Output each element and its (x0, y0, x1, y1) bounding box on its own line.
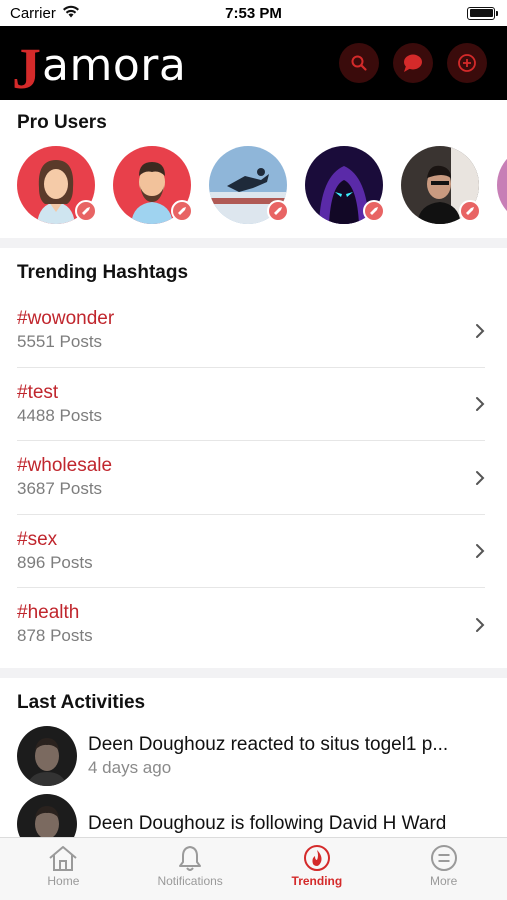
pro-badge-icon (459, 200, 481, 222)
hashtag-row[interactable]: #wholesale 3687 Posts (0, 441, 507, 515)
chevron-right-icon (476, 397, 485, 412)
hashtag-row[interactable]: #sex 896 Posts (0, 515, 507, 589)
hashtag-name: #wowonder (17, 308, 115, 330)
status-bar: Carrier 7:53 PM (0, 0, 507, 26)
create-button[interactable] (447, 43, 487, 83)
activities-title: Last Activities (17, 691, 146, 713)
tab-notifications[interactable]: Notifications (127, 838, 254, 900)
tab-label: Notifications (157, 874, 223, 888)
pro-badge-icon (363, 200, 385, 222)
pro-users-section: Pro Users (0, 100, 507, 238)
hashtag-name: #test (17, 381, 59, 403)
wifi-icon (62, 5, 80, 22)
activity-time: 4 days ago (88, 757, 172, 777)
activity-text: Deen Doughouz reacted to situs togel1 p.… (88, 733, 449, 755)
hashtag-name: #wholesale (17, 455, 113, 477)
tab-more[interactable]: More (380, 838, 507, 900)
app-header: J amora (0, 26, 507, 100)
hashtag-row[interactable]: #wowonder 5551 Posts (0, 294, 507, 368)
tab-label: Trending (291, 874, 343, 888)
pro-user-avatar[interactable] (401, 146, 481, 224)
pro-badge-icon (75, 200, 97, 222)
hashtag-post-count: 896 Posts (17, 552, 93, 572)
tab-label: More (429, 874, 458, 888)
pro-users-title: Pro Users (17, 112, 107, 133)
hashtag-post-count: 4488 Posts (17, 405, 103, 425)
pro-badge-icon (267, 200, 289, 222)
section-divider (0, 238, 507, 248)
hashtag-post-count: 878 Posts (17, 626, 93, 646)
chevron-right-icon (476, 323, 485, 338)
logo-text: amora (42, 40, 187, 91)
pro-user-avatar[interactable] (305, 146, 385, 224)
hashtag-row[interactable]: #test 4488 Posts (0, 368, 507, 442)
bell-icon (179, 846, 202, 871)
chevron-right-icon (476, 470, 485, 485)
pro-user-avatar[interactable] (497, 146, 507, 224)
hashtag-row[interactable]: #health 878 Posts (0, 588, 507, 662)
menu-circle-icon (430, 845, 457, 871)
pro-user-avatar[interactable] (209, 146, 289, 224)
hashtag-name: #health (17, 602, 80, 624)
activity-item[interactable]: Deen Doughouz reacted to situs togel1 p.… (0, 725, 507, 786)
hashtag-post-count: 3687 Posts (17, 479, 103, 499)
logo-initial: J (12, 36, 41, 101)
search-button[interactable] (339, 43, 379, 83)
last-activities-section: Last Activities Deen Doughouz reacted to… (0, 678, 507, 854)
home-icon (49, 846, 78, 871)
trending-hashtags-section: Trending Hashtags #wowonder 5551 Posts #… (0, 248, 507, 662)
chevron-right-icon (476, 617, 485, 632)
pro-users-list (0, 134, 507, 224)
messages-button[interactable] (393, 43, 433, 83)
carrier-label: Carrier (10, 4, 56, 22)
tab-trending[interactable]: Trending (254, 838, 381, 900)
activity-text: Deen Doughouz is following David H Ward (88, 812, 447, 834)
hashtag-name: #sex (17, 528, 58, 550)
pro-badge-icon (171, 200, 193, 222)
chevron-right-icon (476, 544, 485, 559)
pro-user-avatar[interactable] (113, 146, 193, 224)
flame-icon (303, 845, 330, 871)
tab-home[interactable]: Home (0, 838, 127, 900)
tab-bar: Home Notifications Trending More (0, 837, 507, 900)
trending-title: Trending Hashtags (17, 262, 189, 283)
hashtag-post-count: 5551 Posts (17, 332, 103, 352)
pro-user-avatar[interactable] (17, 146, 97, 224)
section-divider (0, 667, 507, 678)
battery-icon (467, 6, 498, 20)
app-logo: J amora (12, 35, 187, 98)
avatar (17, 725, 77, 786)
chat-icon (404, 54, 422, 72)
tab-label: Home (47, 874, 80, 888)
search-icon (351, 55, 367, 71)
add-icon (458, 54, 476, 72)
